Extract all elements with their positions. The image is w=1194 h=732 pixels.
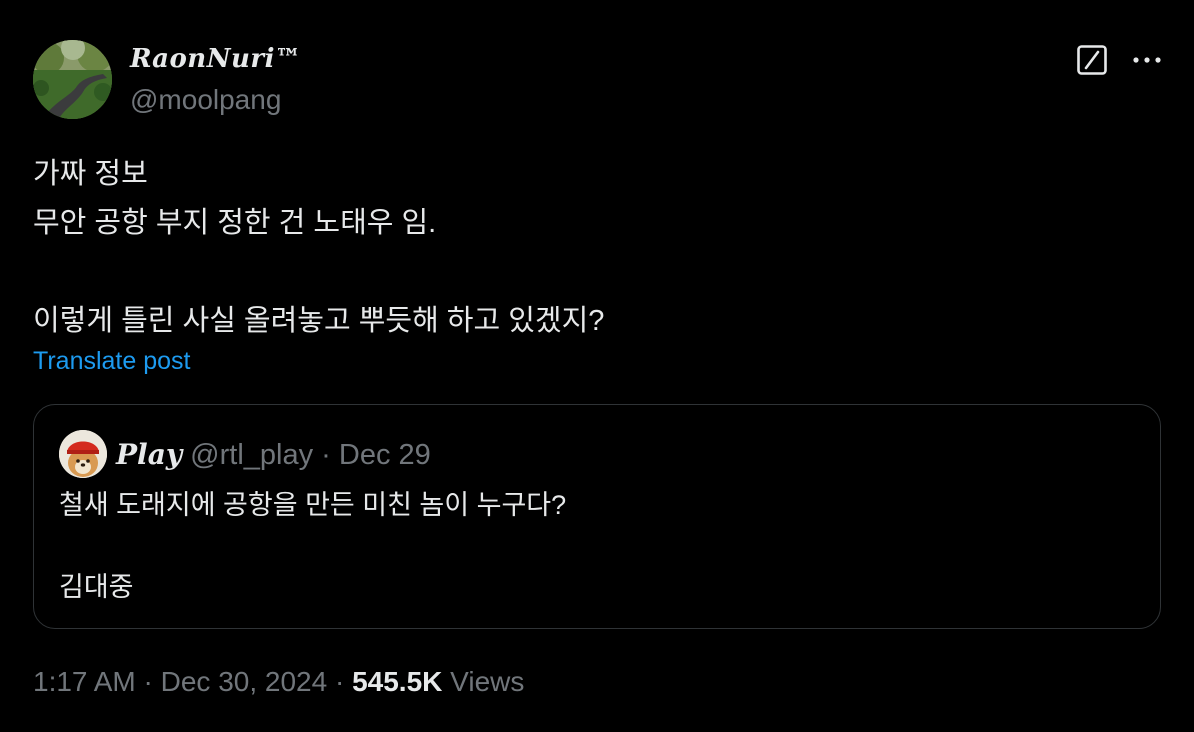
post-text-line (33, 248, 1153, 297)
author-display-name[interactable]: 𝑹𝒂𝒐𝒏𝑵𝒖𝒓𝒊™ (130, 44, 301, 74)
quoted-text-line: 김대중 (59, 572, 134, 602)
footer-separator: · (143, 666, 153, 697)
post-text: 가짜 정보 무안 공항 부지 정한 건 노태우 임. 이렇게 틀린 사실 올려놓… (33, 150, 1153, 346)
translate-post-link[interactable]: Translate post (33, 347, 190, 376)
author-avatar[interactable] (33, 40, 112, 119)
post-time[interactable]: 1:17 AM (33, 666, 136, 697)
quoted-header: 𝑷𝒍𝒂𝒚 @rtl_play · Dec 29 (116, 435, 431, 475)
views-count: 545.5K (352, 666, 443, 697)
footer-separator: · (334, 666, 345, 697)
post-date[interactable]: Dec 30, 2024 (161, 666, 328, 697)
author-handle[interactable]: @moolpang (130, 84, 281, 116)
views-label: Views (450, 666, 525, 697)
post-text-line: 무안 공항 부지 정한 건 노태우 임. (33, 207, 437, 239)
grok-icon[interactable] (1076, 44, 1108, 76)
post-text-line: 이렇게 틀린 사실 올려놓고 뿌듯해 하고 있겠지? (33, 305, 605, 337)
quoted-author-display-name[interactable]: 𝑷𝒍𝒂𝒚 (116, 438, 182, 471)
post-container: 𝑹𝒂𝒐𝒏𝑵𝒖𝒓𝒊™ @moolpang 가짜 정보 무안 공항 부지 정한 건 … (0, 0, 1194, 732)
quoted-text: 철새 도래지에 공항을 만든 미친 놈이 누구다? 김대중 (59, 485, 566, 608)
quoted-author-handle[interactable]: @rtl_play (190, 439, 313, 471)
quoted-date[interactable]: Dec 29 (339, 439, 431, 471)
post-text-line: 가짜 정보 (33, 158, 148, 190)
post-footer: 1:17 AM · Dec 30, 2024 · 545.5K Views (33, 666, 524, 698)
quoted-post-card[interactable]: 𝑷𝒍𝒂𝒚 @rtl_play · Dec 29 철새 도래지에 공항을 만든 미… (33, 404, 1161, 629)
quoted-text-line (59, 526, 566, 567)
more-icon[interactable] (1130, 44, 1164, 76)
quoted-separator: · (321, 439, 331, 471)
quoted-author-avatar[interactable] (59, 430, 107, 478)
quoted-text-line: 철새 도래지에 공항을 만든 미친 놈이 누구다? (59, 490, 567, 520)
